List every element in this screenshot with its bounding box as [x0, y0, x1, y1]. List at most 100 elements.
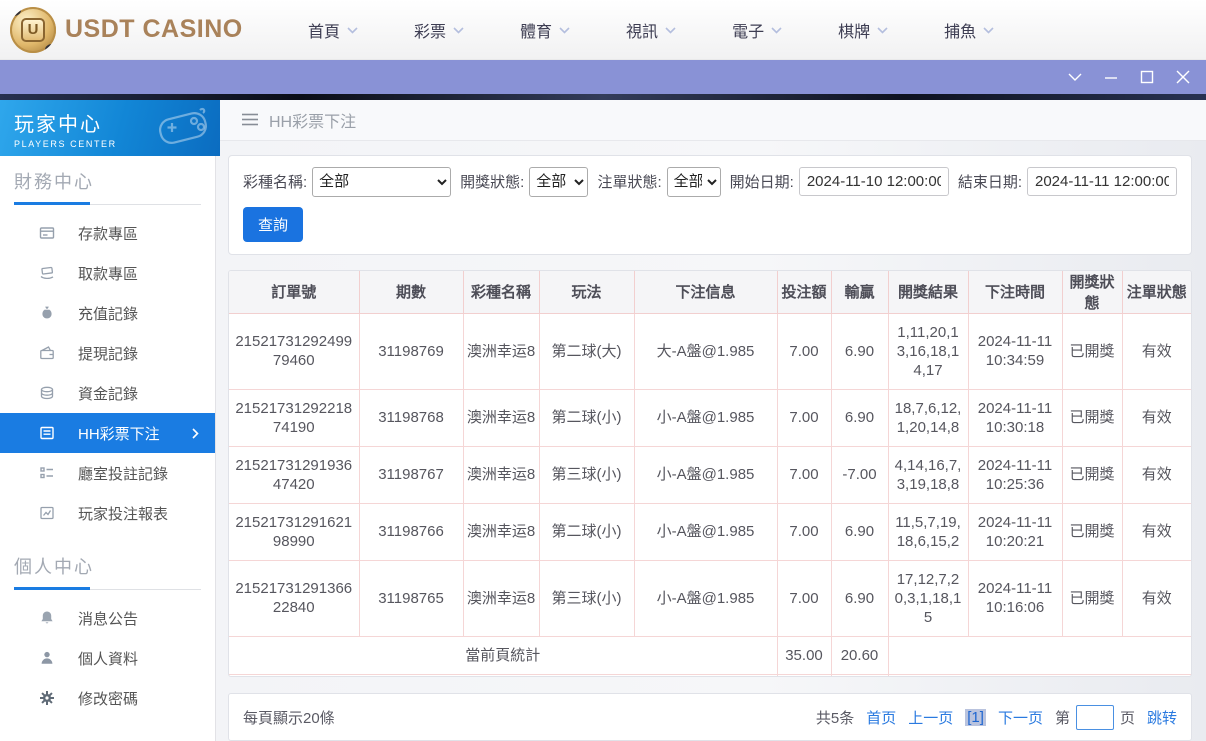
nav-item-home[interactable]: 首頁 — [308, 18, 358, 42]
sidebar-item-withdrawal-record[interactable]: 提現記錄 — [0, 333, 215, 373]
prev-page-link[interactable]: 上一页 — [908, 707, 953, 728]
personal-menu: 消息公告 個人資料 修改密碼 — [0, 590, 215, 726]
nav-item-fishing[interactable]: 捕魚 — [944, 18, 994, 42]
table-header-cell: 期數 — [359, 270, 464, 314]
cell-draw-status: 已開獎 — [1062, 446, 1123, 504]
table-header-cell: 投注額 — [777, 270, 832, 314]
page-summary-amount: 35.00 — [777, 636, 832, 675]
lottery-select[interactable]: 全部 — [312, 166, 452, 197]
cell-lottery-name: 澳洲幸运8 — [463, 560, 540, 637]
coins-icon — [38, 385, 56, 401]
sidebar-item-label: 消息公告 — [78, 610, 139, 628]
nav-item-sports[interactable]: 體育 — [520, 18, 570, 42]
minimize-icon[interactable] — [1102, 68, 1120, 86]
cell-bet-amount: 7.00 — [777, 446, 832, 504]
sidebar-item-label: 修改密碼 — [78, 690, 139, 708]
cell-bet-time: 2024-11-11 10:34:59 — [968, 313, 1063, 390]
cell-order-status: 有效 — [1122, 503, 1191, 561]
bell-icon — [38, 610, 56, 626]
cell-lottery-name: 澳洲幸运8 — [463, 446, 540, 504]
pagination-bar: 每頁顯示20條 共5条 首页 上一页 [1] 下一页 第 页 跳转 — [228, 693, 1192, 741]
sidebar-item-deposit[interactable]: 存款專區 — [0, 213, 215, 253]
cell-period: 31198767 — [359, 446, 464, 504]
draw-status-select[interactable]: 全部 — [529, 166, 589, 197]
cell-bet-time: 2024-11-11 10:30:18 — [968, 389, 1063, 447]
nav-label: 捕魚 — [944, 23, 977, 41]
cell-draw-status: 已開獎 — [1062, 503, 1123, 561]
nav-label: 棋牌 — [838, 23, 871, 41]
hamburger-menu-icon[interactable] — [242, 113, 258, 126]
first-page-link[interactable]: 首页 — [866, 707, 896, 728]
nav-item-cards[interactable]: 棋牌 — [838, 18, 888, 42]
nav-label: 電子 — [732, 23, 765, 41]
current-page-indicator: [1] — [965, 708, 986, 726]
next-page-link[interactable]: 下一页 — [998, 707, 1043, 728]
page-jump-input[interactable] — [1075, 704, 1114, 730]
sidebar-item-announcements[interactable]: 消息公告 — [0, 598, 215, 638]
nav-label: 體育 — [520, 23, 553, 41]
section-title: 個人中心 — [14, 557, 94, 577]
cell-draw-result: 18,7,6,12,1,20,14,8 — [888, 389, 969, 447]
cell-order-status: 有效 — [1122, 389, 1191, 447]
chevron-down-icon — [983, 21, 994, 39]
sidebar-item-hh-lottery-bets[interactable]: HH彩票下注 — [0, 413, 215, 453]
end-date-input[interactable] — [1027, 167, 1177, 197]
table-header-cell: 訂單號 — [229, 270, 360, 314]
search-button[interactable]: 查詢 — [243, 206, 304, 242]
sidebar-item-player-bet-report[interactable]: 玩家投注報表 — [0, 493, 215, 533]
sidebar-item-hall-bet-record[interactable]: 廳室投註記錄 — [0, 453, 215, 493]
jump-button[interactable]: 跳转 — [1147, 707, 1177, 728]
bets-table-panel: 訂單號 期數 彩種名稱 玩法 下注信息 投注額 輸贏 開獎結果 下注時間 開獎狀態 注單狀態 215… — [228, 269, 1192, 678]
cell-win-loss: -7.00 — [831, 446, 889, 504]
cell-draw-result: 17,12,7,20,3,1,18,15 — [888, 560, 969, 637]
cell-bet-amount: 7.00 — [777, 389, 832, 447]
cell-bet-info: 小-A盤@1.985 — [634, 503, 778, 561]
cell-bet-amount: 7.00 — [777, 503, 832, 561]
nav-item-slots[interactable]: 電子 — [732, 18, 782, 42]
total-summary-label: 總統計 — [229, 674, 778, 677]
page-title: HH彩票下注 — [269, 113, 357, 131]
hand-money-icon — [38, 265, 56, 281]
brand[interactable]: U USDT CASINO — [0, 6, 252, 53]
order-status-label: 注單狀態: — [597, 174, 662, 192]
cell-bet-info: 小-A盤@1.985 — [634, 446, 778, 504]
cell-win-loss: 6.90 — [831, 389, 889, 447]
nav-item-video[interactable]: 視訊 — [626, 18, 676, 42]
sidebar-item-change-password[interactable]: 修改密碼 — [0, 678, 215, 718]
sidebar-item-label: 玩家投注報表 — [78, 505, 169, 523]
cell-bet-time: 2024-11-11 10:25:36 — [968, 446, 1063, 504]
table-header-cell: 下注時間 — [968, 270, 1063, 314]
table-header-cell: 輸贏 — [831, 270, 889, 314]
list-icon — [38, 425, 56, 441]
cell-play-type: 第二球(小) — [539, 389, 635, 447]
cell-draw-status: 已開獎 — [1062, 560, 1123, 637]
chevron-down-icon[interactable] — [1066, 68, 1084, 86]
cell-lottery-name: 澳洲幸运8 — [463, 313, 540, 390]
nav-item-lottery[interactable]: 彩票 — [414, 18, 464, 42]
chevron-down-icon — [347, 21, 358, 39]
cell-play-type: 第三球(小) — [539, 446, 635, 504]
cell-order-status: 有效 — [1122, 560, 1191, 637]
order-status-select[interactable]: 全部 — [666, 166, 721, 197]
cell-draw-result: 1,11,20,13,16,18,14,17 — [888, 313, 969, 390]
brand-logo-icon: U — [10, 6, 56, 53]
table-header-cell: 下注信息 — [634, 270, 778, 314]
table-row: 2152173129249979460 31198769 澳洲幸运8 第二球(大… — [229, 313, 1191, 390]
section-personal-center: 個人中心 — [0, 541, 215, 590]
cell-win-loss: 6.90 — [831, 560, 889, 637]
lottery-select-label: 彩種名稱: — [243, 174, 308, 192]
maximize-icon[interactable] — [1138, 68, 1156, 86]
sidebar-item-funds-record[interactable]: 資金記錄 — [0, 373, 215, 413]
cell-bet-amount: 7.00 — [777, 560, 832, 637]
chevron-down-icon — [665, 21, 676, 39]
sidebar-item-recharge-record[interactable]: 充值記錄 — [0, 293, 215, 333]
close-icon[interactable] — [1174, 68, 1192, 86]
bets-table: 訂單號 期數 彩種名稱 玩法 下注信息 投注額 輸贏 開獎結果 下注時間 開獎狀態 注單狀態 215… — [229, 270, 1191, 677]
sidebar-item-profile[interactable]: 個人資料 — [0, 638, 215, 678]
cell-play-type: 第二球(小) — [539, 503, 635, 561]
chevron-down-icon — [877, 21, 888, 39]
start-date-input[interactable] — [798, 167, 949, 197]
brand-name: USDT CASINO — [65, 15, 243, 43]
sidebar-item-withdraw[interactable]: 取款專區 — [0, 253, 215, 293]
players-center-header: 玩家中心 PLAYERS CENTER — [0, 100, 220, 156]
